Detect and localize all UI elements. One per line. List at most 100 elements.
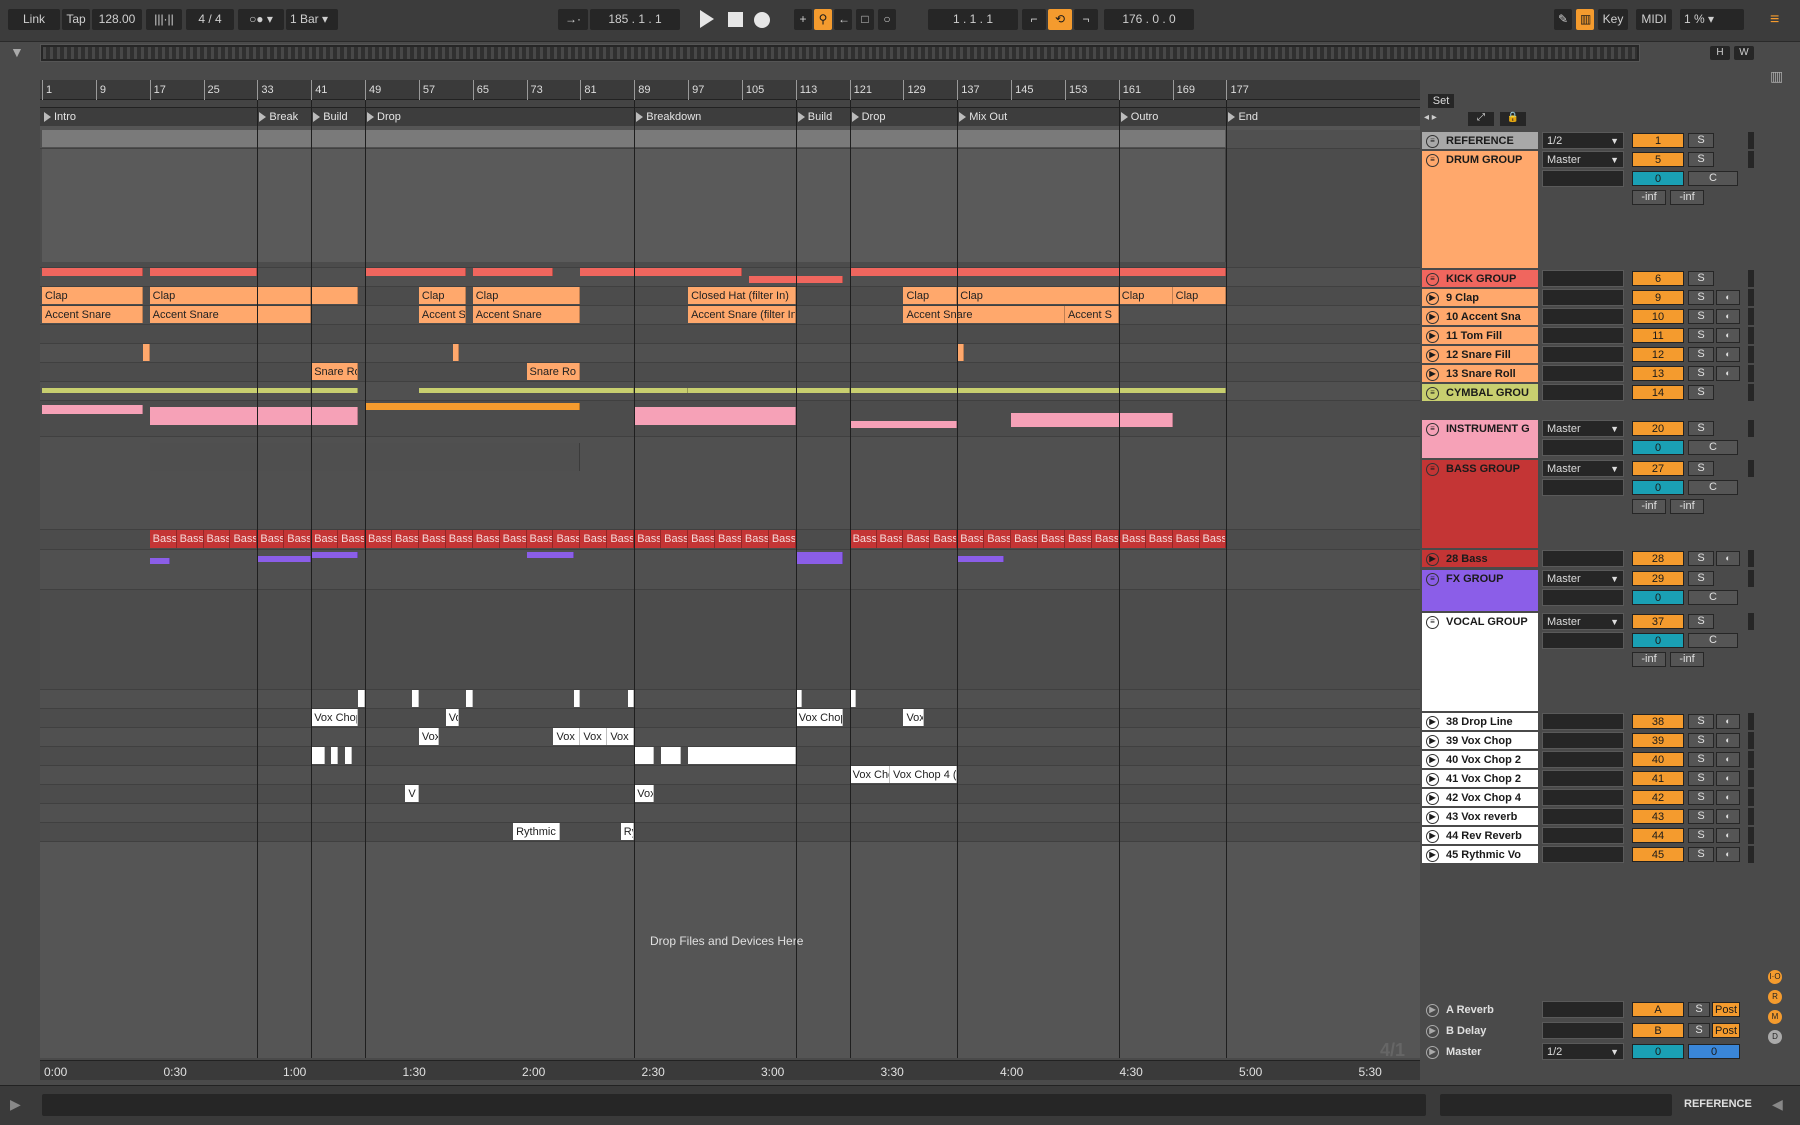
track-volume[interactable]: 0 (1632, 440, 1684, 455)
track-routing[interactable] (1542, 270, 1624, 287)
clip[interactable] (149, 407, 359, 425)
clip[interactable]: Clap (42, 287, 143, 304)
clip[interactable]: Accent S (1064, 306, 1119, 323)
track-number[interactable]: 39 (1632, 733, 1684, 748)
track-input[interactable] (1542, 439, 1624, 456)
track-number[interactable]: 14 (1632, 385, 1684, 400)
track-input[interactable] (1542, 479, 1624, 496)
monitor-icon[interactable]: ◐ (1716, 714, 1740, 729)
track-number[interactable]: 42 (1632, 790, 1684, 805)
clip[interactable] (465, 690, 473, 707)
clip[interactable] (149, 268, 258, 276)
clip[interactable] (452, 344, 460, 361)
info-toggle-icon[interactable]: ▶ (10, 1096, 30, 1116)
clip[interactable]: Vox (580, 728, 608, 745)
track-routing[interactable]: Master ▼ (1542, 613, 1624, 630)
track-number[interactable]: 27 (1632, 461, 1684, 476)
clip[interactable]: Bass (1038, 530, 1065, 548)
pan-center[interactable]: C (1688, 633, 1738, 648)
clip[interactable]: Bass (418, 530, 446, 548)
return-header[interactable]: ▶ Master (1422, 1043, 1538, 1060)
track-icon[interactable]: ≡ (1426, 273, 1439, 286)
key-map-button[interactable]: Key (1598, 9, 1628, 30)
pan-center[interactable]: C (1688, 440, 1738, 455)
track-input[interactable] (1542, 170, 1624, 187)
pan-center[interactable]: C (1688, 171, 1738, 186)
clip[interactable]: Bass (230, 530, 258, 548)
clip[interactable]: Vox Cho (849, 766, 890, 783)
overview-w-button[interactable]: W (1734, 46, 1754, 60)
track-lane[interactable] (40, 766, 1420, 785)
master-cue[interactable]: 0 (1688, 1044, 1740, 1059)
monitor-icon[interactable]: ◐ (1716, 733, 1740, 748)
track-number[interactable]: 28 (1632, 551, 1684, 566)
monitor-icon[interactable]: ◐ (1716, 551, 1740, 566)
clip[interactable]: Accent Snare (42, 306, 143, 323)
track-routing[interactable] (1542, 808, 1624, 825)
solo-button[interactable]: S (1688, 1023, 1710, 1038)
return-number[interactable]: 0 (1632, 1044, 1684, 1059)
locator-mix-out[interactable]: Mix Out (957, 108, 1007, 126)
clip[interactable] (412, 690, 419, 707)
time-ruler[interactable] (40, 1060, 1420, 1080)
clip[interactable]: Vo (445, 709, 460, 726)
clip[interactable]: Snare Ro (526, 363, 581, 380)
overview-toggle-icon[interactable]: ▼ (10, 44, 30, 62)
track-header[interactable]: ▶ 10 Accent Sna (1422, 308, 1538, 325)
clip[interactable] (142, 344, 150, 361)
track-icon[interactable]: ▶ (1426, 754, 1439, 767)
clip[interactable] (957, 344, 964, 361)
solo-button[interactable]: S (1688, 461, 1714, 476)
clip[interactable] (634, 388, 689, 393)
track-header[interactable]: ≡ REFERENCE (1422, 132, 1538, 149)
track-header[interactable]: ▶ 11 Tom Fill (1422, 327, 1538, 344)
solo-button[interactable]: S (1688, 347, 1714, 362)
track-number[interactable]: 11 (1632, 328, 1684, 343)
mixer-toggle-icon[interactable]: M (1768, 1010, 1782, 1024)
browser-menu-icon[interactable]: ≡ (1770, 12, 1786, 28)
track-header[interactable]: ▶ 13 Snare Roll (1422, 365, 1538, 382)
monitor-icon[interactable]: ◐ (1716, 847, 1740, 862)
track-header[interactable]: ▶ 9 Clap (1422, 289, 1538, 306)
track-header[interactable]: ▶ 41 Vox Chop 2 (1422, 770, 1538, 787)
locator-breakdown[interactable]: Breakdown (634, 108, 701, 126)
record-icon[interactable] (754, 12, 770, 28)
track-icon[interactable]: ≡ (1426, 573, 1439, 586)
track-icon[interactable]: ▶ (1426, 330, 1439, 343)
clip[interactable]: Snare Ro (311, 363, 359, 380)
solo-button[interactable]: S (1688, 366, 1714, 381)
clip-view-icon[interactable]: ▥ (1770, 68, 1786, 86)
track-routing[interactable]: Master ▼ (1542, 151, 1624, 168)
solo-button[interactable]: S (1688, 551, 1714, 566)
solo-button[interactable]: S (1688, 290, 1714, 305)
clip[interactable] (849, 388, 1227, 393)
clip[interactable]: Clap (149, 287, 312, 304)
clip[interactable]: Bass (768, 530, 796, 548)
track-lanes[interactable]: Clap Clap Clap Clap Clap Clap Clap Clap Closed H… (40, 130, 1420, 890)
track-routing[interactable] (1542, 732, 1624, 749)
return-routing[interactable] (1542, 1022, 1624, 1039)
track-icon[interactable]: ▶ (1426, 716, 1439, 729)
clip[interactable]: Accent S (418, 306, 466, 323)
solo-button[interactable]: S (1688, 771, 1714, 786)
locator-outro[interactable]: Outro (1119, 108, 1158, 126)
clip[interactable] (849, 690, 857, 707)
track-routing[interactable] (1542, 846, 1624, 863)
track-number[interactable]: 6 (1632, 271, 1684, 286)
clip[interactable]: Vox (607, 728, 635, 745)
clip[interactable] (795, 552, 843, 564)
clip[interactable] (311, 287, 359, 304)
monitor-icon[interactable]: ◐ (1716, 309, 1740, 324)
keyboard-icon[interactable]: ▥ (1576, 9, 1594, 30)
beat-ruler[interactable]: 1 9 17 25 33 41 49 57 65 73 81 89 97 105 113 121 129 137 1… (40, 80, 1420, 100)
monitor-icon[interactable]: ◐ (1716, 809, 1740, 824)
clip[interactable]: Bass (203, 530, 231, 548)
locator-build[interactable]: Build (796, 108, 832, 126)
track-number[interactable]: 43 (1632, 809, 1684, 824)
clip[interactable] (661, 747, 682, 764)
solo-button[interactable]: S (1688, 152, 1714, 167)
monitor-icon[interactable]: ◐ (1716, 771, 1740, 786)
track-lane[interactable] (40, 823, 1420, 842)
clip[interactable]: Rythmic (513, 823, 561, 840)
solo-button[interactable]: S (1688, 271, 1714, 286)
